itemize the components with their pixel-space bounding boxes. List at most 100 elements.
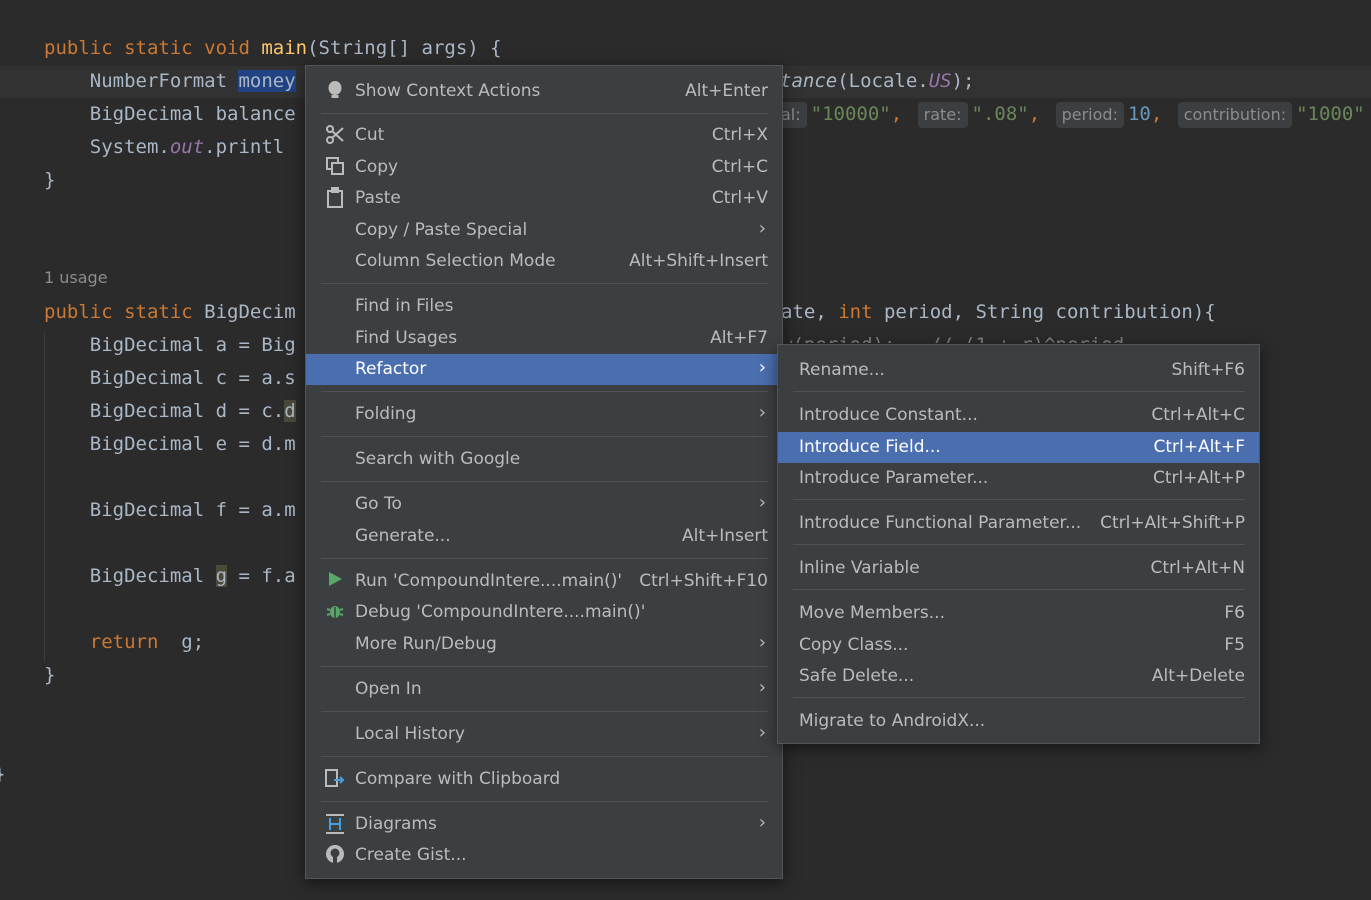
code-line[interactable]: BigDecimal e = d.m xyxy=(44,428,296,461)
menu-item-compare-with-clipboard[interactable]: Compare with Clipboard xyxy=(306,764,782,795)
menu-item-label: Show Context Actions xyxy=(355,81,541,101)
diagram-icon xyxy=(323,813,347,837)
code-line[interactable]: } xyxy=(44,164,55,197)
menu-item-cut[interactable]: Cut Ctrl+X xyxy=(306,120,782,151)
menu-item-copy[interactable]: Copy Ctrl+C xyxy=(306,152,782,183)
code-line[interactable]: } xyxy=(0,758,5,791)
menu-item-debug-compoundintere-main[interactable]: Debug 'CompoundIntere....main()' xyxy=(306,597,782,628)
submenu-item-rename[interactable]: Rename... Shift+F6 xyxy=(778,355,1259,386)
chevron-right-icon: › xyxy=(758,218,766,239)
submenu-item-migrate-to-androidx[interactable]: Migrate to AndroidX... xyxy=(778,706,1259,737)
menu-separator xyxy=(321,113,768,114)
refactor-submenu: Rename... Shift+F6 Introduce Constant... Ct… xyxy=(777,344,1260,744)
menu-item-label: Inline Variable xyxy=(799,558,920,578)
code-line-tail[interactable]: ate, int period, String contribution){ xyxy=(781,296,1216,329)
menu-item-open-in[interactable]: Open In › xyxy=(306,674,782,705)
menu-item-shortcut: Alt+Enter xyxy=(685,81,768,101)
chevron-right-icon: › xyxy=(758,402,766,423)
code-line[interactable]: NumberFormat money xyxy=(44,65,296,98)
menu-separator xyxy=(321,801,768,802)
menu-item-label: Open In xyxy=(355,679,422,699)
code-line[interactable]: BigDecimal f = a.m xyxy=(44,494,296,527)
submenu-item-safe-delete[interactable]: Safe Delete... Alt+Delete xyxy=(778,661,1259,692)
menu-item-label: Copy Class... xyxy=(799,635,909,655)
menu-item-search-with-google[interactable]: Search with Google xyxy=(306,444,782,475)
code-line[interactable]: return g; xyxy=(44,626,204,659)
parameter-hint: period: xyxy=(1055,102,1124,128)
menu-item-find-in-files[interactable]: Find in Files xyxy=(306,291,782,322)
code-line[interactable]: BigDecimal balance xyxy=(44,98,296,131)
menu-item-label: Search with Google xyxy=(355,449,521,469)
submenu-item-inline-variable[interactable]: Inline Variable Ctrl+Alt+N xyxy=(778,553,1259,584)
chevron-right-icon: › xyxy=(758,812,766,833)
code-line[interactable]: BigDecimal d = c.d xyxy=(44,395,296,428)
submenu-item-introduce-parameter[interactable]: Introduce Parameter... Ctrl+Alt+P xyxy=(778,463,1259,494)
menu-item-label: Find Usages xyxy=(355,328,458,348)
menu-item-label: Copy / Paste Special xyxy=(355,220,528,240)
menu-item-shortcut: Ctrl+X xyxy=(711,125,768,145)
menu-item-more-run-debug[interactable]: More Run/Debug › xyxy=(306,629,782,660)
submenu-item-introduce-functional-parameter[interactable]: Introduce Functional Parameter... Ctrl+Al… xyxy=(778,508,1259,539)
menu-item-refactor[interactable]: Refactor › xyxy=(306,354,782,385)
menu-separator xyxy=(321,283,768,284)
menu-item-column-selection-mode[interactable]: Column Selection Mode Alt+Shift+Insert xyxy=(306,246,782,277)
menu-item-shortcut: Ctrl+Alt+Shift+P xyxy=(1100,513,1245,533)
run-icon xyxy=(323,570,347,594)
menu-item-shortcut: Alt+Shift+Insert xyxy=(629,251,768,271)
menu-item-label: Compare with Clipboard xyxy=(355,769,561,789)
menu-item-go-to[interactable]: Go To › xyxy=(306,489,782,520)
menu-item-shortcut: Ctrl+Alt+N xyxy=(1150,558,1245,578)
menu-separator xyxy=(321,481,768,482)
menu-item-shortcut: Ctrl+Alt+P xyxy=(1152,468,1245,488)
menu-item-label: Rename... xyxy=(799,360,885,380)
menu-item-shortcut: Ctrl+Alt+C xyxy=(1151,405,1245,425)
menu-item-shortcut: F6 xyxy=(1224,603,1245,623)
submenu-item-move-members[interactable]: Move Members... F6 xyxy=(778,598,1259,629)
menu-item-show-context-actions[interactable]: Show Context Actions Alt+Enter xyxy=(306,76,782,107)
menu-item-diagrams[interactable]: Diagrams › xyxy=(306,809,782,840)
code-line-tail[interactable]: tance(Locale.US); xyxy=(780,65,975,98)
chevron-right-icon: › xyxy=(758,722,766,743)
menu-item-copy-paste-special[interactable]: Copy / Paste Special › xyxy=(306,215,782,246)
menu-item-label: Column Selection Mode xyxy=(355,251,556,271)
menu-item-label: Refactor xyxy=(355,359,427,379)
menu-item-find-usages[interactable]: Find Usages Alt+F7 xyxy=(306,323,782,354)
menu-separator xyxy=(793,544,1245,545)
code-line[interactable]: BigDecimal a = Big xyxy=(44,329,296,362)
code-line[interactable]: BigDecimal c = a.s xyxy=(44,362,296,395)
menu-item-label: Paste xyxy=(355,188,401,208)
menu-separator xyxy=(793,697,1245,698)
menu-item-paste[interactable]: Paste Ctrl+V xyxy=(306,183,782,214)
copy-icon xyxy=(323,156,347,180)
code-line-tail[interactable]: al: "10000", rate: ".08", period: 10, contr… xyxy=(775,98,1365,131)
menu-item-create-gist[interactable]: Create Gist... xyxy=(306,840,782,871)
menu-item-shortcut: Shift+F6 xyxy=(1171,360,1245,380)
menu-item-shortcut: Ctrl+C xyxy=(711,157,768,177)
selected-word: money xyxy=(238,70,296,92)
menu-item-label: Find in Files xyxy=(355,296,454,316)
parameter-hint: contribution: xyxy=(1177,102,1293,128)
menu-item-label: Introduce Constant... xyxy=(799,405,978,425)
menu-item-shortcut: Alt+Insert xyxy=(681,526,768,546)
code-line[interactable]: } xyxy=(44,659,55,692)
menu-item-run-compoundintere-main[interactable]: Run 'CompoundIntere....main()' Ctrl+Shift… xyxy=(306,566,782,597)
lightbulb-icon xyxy=(323,80,347,104)
menu-item-label: Move Members... xyxy=(799,603,945,623)
menu-separator xyxy=(793,499,1245,500)
code-line[interactable]: public static void main(String[] args) { xyxy=(44,32,502,65)
menu-item-shortcut: Ctrl+Shift+F10 xyxy=(639,571,768,591)
menu-item-folding[interactable]: Folding › xyxy=(306,399,782,430)
submenu-item-copy-class[interactable]: Copy Class... F5 xyxy=(778,630,1259,661)
code-line[interactable]: BigDecimal g = f.a xyxy=(44,560,296,593)
menu-separator xyxy=(321,391,768,392)
code-line[interactable]: System.out.printl xyxy=(44,131,285,164)
usage-count-hint[interactable]: 1 usage xyxy=(44,268,108,287)
submenu-item-introduce-constant[interactable]: Introduce Constant... Ctrl+Alt+C xyxy=(778,400,1259,431)
menu-item-local-history[interactable]: Local History › xyxy=(306,719,782,750)
editor-context-menu: Show Context Actions Alt+Enter Cut Ctrl+X Co… xyxy=(305,65,783,879)
menu-item-generate[interactable]: Generate... Alt+Insert xyxy=(306,521,782,552)
compare-clipboard-icon xyxy=(323,768,347,792)
submenu-item-introduce-field[interactable]: Introduce Field... Ctrl+Alt+F xyxy=(778,432,1259,463)
menu-separator xyxy=(321,558,768,559)
code-line[interactable]: public static BigDecim xyxy=(44,296,296,329)
